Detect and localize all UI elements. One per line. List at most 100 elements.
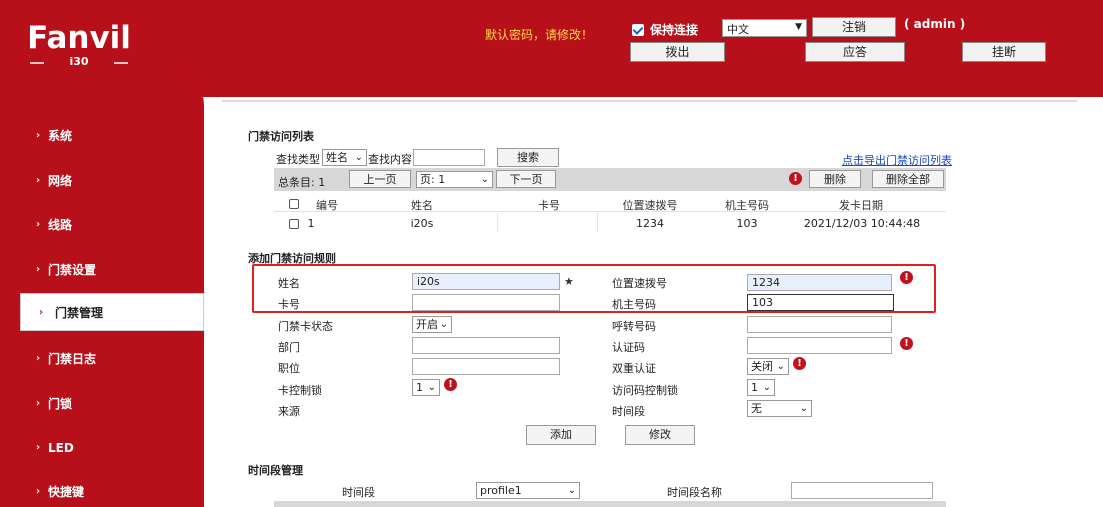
- chevron-right-icon: ›: [36, 442, 41, 453]
- row-name: i20s: [410, 217, 434, 230]
- add-button[interactable]: 添加: [526, 425, 596, 445]
- search-input[interactable]: [413, 149, 485, 166]
- sidebar-item-network[interactable]: › 网络: [0, 162, 204, 200]
- sidebar-item-label: 门禁日志: [48, 352, 97, 366]
- keep-connected-checkbox[interactable]: [632, 23, 644, 36]
- modify-button[interactable]: 修改: [625, 425, 695, 445]
- time-segment-name-label: 时间段名称: [667, 486, 722, 499]
- chevron-right-icon: ›: [39, 307, 44, 318]
- export-access-list-link[interactable]: 点击导出门禁访问列表: [842, 152, 952, 168]
- forward-input[interactable]: [747, 316, 892, 333]
- owner-input[interactable]: 103: [747, 294, 894, 311]
- sidebar-item-shortcut-keys[interactable]: › 快捷键: [0, 473, 204, 507]
- time-segment-label: 时间段: [612, 405, 645, 418]
- chevron-down-icon: ⌄: [439, 319, 448, 330]
- location-label: 位置速拨号: [612, 277, 667, 290]
- info-icon[interactable]: !: [900, 337, 913, 350]
- row-checkbox[interactable]: [289, 219, 299, 229]
- sidebar-item-label: 门禁管理: [55, 306, 104, 320]
- sidebar-item-lines[interactable]: › 线路: [0, 206, 204, 244]
- card-input[interactable]: [412, 294, 560, 311]
- card-status-label: 门禁卡状态: [278, 320, 333, 333]
- chevron-right-icon: ›: [36, 486, 41, 497]
- sidebar-item-door-lock[interactable]: › 门锁: [0, 385, 204, 423]
- sidebar-item-label: 快捷键: [48, 485, 85, 499]
- time-mgmt-segment-label: 时间段: [342, 486, 375, 499]
- access-lock-select[interactable]: 1 ⌄: [747, 379, 775, 396]
- info-icon[interactable]: !: [900, 271, 913, 284]
- sidebar-item-access-settings[interactable]: › 门禁设置: [0, 251, 204, 289]
- chevron-right-icon: ›: [36, 353, 41, 364]
- delete-all-button[interactable]: 删除全部: [872, 170, 944, 188]
- chevron-down-icon: ⌄: [762, 382, 771, 393]
- language-select[interactable]: 中文 ▼: [722, 19, 807, 37]
- chevron-down-icon: ⌄: [776, 361, 785, 372]
- profile-value: profile1: [480, 484, 522, 497]
- name-input[interactable]: i20s: [412, 273, 560, 290]
- double-auth-select[interactable]: 关闭 ⌄: [747, 358, 789, 375]
- profile-select[interactable]: profile1 ⌄: [476, 482, 580, 499]
- forward-label: 呼转号码: [612, 320, 656, 333]
- table-divider: [274, 211, 946, 212]
- time-segment-value: 无: [751, 402, 762, 415]
- search-type-label: 查找类型: [276, 153, 320, 166]
- search-button[interactable]: 搜索: [497, 148, 559, 167]
- card-label: 卡号: [278, 298, 300, 311]
- fanvil-logo: Fanvil i30: [22, 20, 136, 72]
- chevron-right-icon: ›: [36, 219, 41, 230]
- time-management-title: 时间段管理: [248, 464, 303, 477]
- sidebar: › 系统 › 网络 › 线路 › 门禁设置 › 门禁管理 › 门禁日志 › 门锁 › LED ›…: [0, 75, 204, 507]
- owner-label: 机主号码: [612, 298, 656, 311]
- language-value: 中文: [727, 23, 749, 36]
- info-icon[interactable]: !: [793, 357, 806, 370]
- hangup-button[interactable]: 挂断: [962, 42, 1046, 62]
- chevron-down-icon: ⌄: [567, 485, 576, 496]
- position-input[interactable]: [412, 358, 560, 375]
- next-page-button[interactable]: 下一页: [496, 170, 556, 188]
- position-label: 职位: [278, 362, 300, 375]
- sidebar-item-access-management[interactable]: › 门禁管理: [20, 293, 204, 331]
- info-icon[interactable]: !: [789, 172, 802, 185]
- required-star-icon: ★: [564, 275, 574, 288]
- total-entries: 总条目: 1: [278, 176, 326, 189]
- main-content: 门禁访问列表 查找类型 姓名 ⌄ 查找内容 搜索 点击导出门禁访问列表 总条目: …: [204, 97, 1103, 507]
- current-user: ( admin ): [904, 17, 966, 31]
- row-location: 1234: [636, 217, 664, 230]
- dept-label: 部门: [278, 341, 300, 354]
- sidebar-item-label: LED: [48, 441, 74, 455]
- access-lock-label: 访问码控制锁: [612, 384, 678, 397]
- access-list-title: 门禁访问列表: [248, 130, 314, 143]
- logout-button[interactable]: 注销: [812, 17, 896, 37]
- sidebar-item-led[interactable]: › LED: [0, 429, 204, 467]
- chevron-right-icon: ›: [36, 264, 41, 275]
- column-divider: [597, 213, 598, 232]
- search-type-select[interactable]: 姓名 ⌄: [322, 149, 367, 166]
- page-select[interactable]: 页: 1 ⌄: [416, 171, 493, 188]
- card-status-select[interactable]: 开启 ⌄: [412, 316, 452, 333]
- chevron-down-icon: ⌄: [427, 382, 436, 393]
- time-segment-select[interactable]: 无 ⌄: [747, 400, 812, 417]
- logo-text: Fanvil: [27, 20, 131, 56]
- sidebar-item-label: 门锁: [48, 397, 73, 411]
- chevron-down-icon: ⌄: [480, 174, 489, 185]
- card-lock-select[interactable]: 1 ⌄: [412, 379, 440, 396]
- keep-connected[interactable]: 保持连接: [632, 21, 698, 38]
- prev-page-button[interactable]: 上一页: [349, 170, 411, 188]
- dial-button[interactable]: 拨出: [630, 42, 725, 62]
- time-segment-name-input[interactable]: [791, 482, 933, 499]
- sidebar-item-system[interactable]: › 系统: [0, 117, 204, 155]
- info-icon[interactable]: !: [444, 378, 457, 391]
- auth-code-input[interactable]: [747, 337, 892, 354]
- search-content-label: 查找内容: [368, 153, 412, 166]
- dept-input[interactable]: [412, 337, 560, 354]
- answer-button[interactable]: 应答: [805, 42, 905, 62]
- sidebar-item-access-log[interactable]: › 门禁日志: [0, 340, 204, 378]
- card-lock-value: 1: [416, 381, 423, 394]
- row-id: 1: [307, 217, 315, 230]
- select-all-checkbox[interactable]: [289, 199, 299, 209]
- location-input[interactable]: 1234: [747, 274, 892, 291]
- default-password-warning: 默认密码，请修改！: [485, 28, 594, 42]
- column-divider: [497, 213, 498, 232]
- search-type-value: 姓名: [326, 151, 348, 164]
- delete-button[interactable]: 删除: [809, 170, 861, 188]
